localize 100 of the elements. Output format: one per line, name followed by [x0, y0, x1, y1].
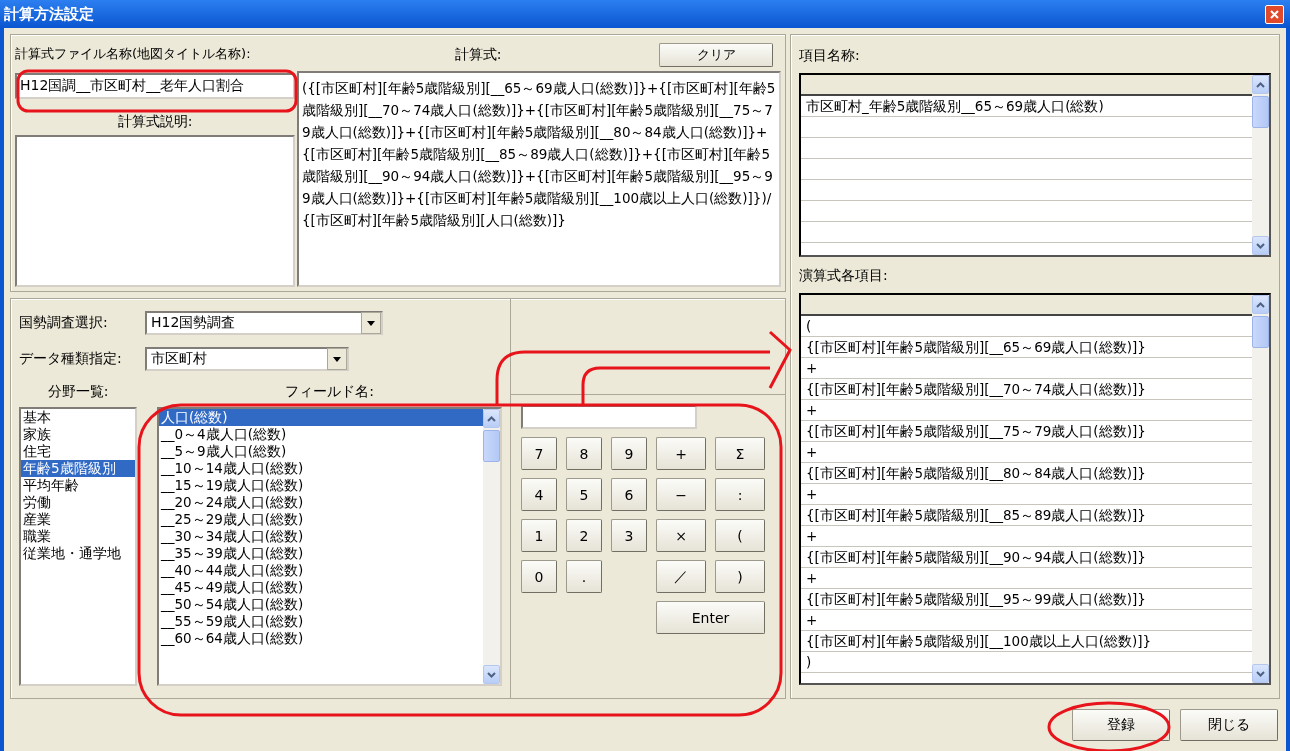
- field-item[interactable]: 人口(総数): [159, 409, 483, 426]
- expression-row[interactable]: (: [801, 316, 1252, 337]
- scrollbar-thumb[interactable]: [1252, 96, 1269, 128]
- scroll-down-button[interactable]: [483, 665, 500, 684]
- key-button[interactable]: 7: [521, 437, 557, 470]
- formula-field[interactable]: ({[市区町村][年齢5歳階級別][__65～69歳人口(総数)]}+{[市区町村][年齢5歳階級別][__70～74歳人口(総数)]}+{[市区町村][年齢5歳階級別][__75～79歳人口(総数)]}+{[市区町村][年齢5歳階級別][__80～84歳人口(総数)]}+{[市区町村][年齢5歳階級別][__85～89歳人口(総数)]}+{[市区町村][年齢5歳階級別][__90～94歳人口(総数)]}+{[市区町村][年齢5歳階級別][__95～99歳人口(総数)]}+{[市区町村][年齢5歳階級別][__100歳以上人口(総数)]})/{[市区町村][年齢5歳階級別][人口(総数)]}: [297, 71, 781, 287]
- key-button[interactable]: 8: [566, 437, 602, 470]
- chevron-up-icon: [1256, 301, 1265, 308]
- key-button[interactable]: −: [656, 478, 706, 511]
- expression-label: 演算式各項目:: [799, 267, 889, 285]
- scroll-down-button[interactable]: [1252, 236, 1269, 255]
- key-button[interactable]: 2: [566, 519, 602, 552]
- category-item[interactable]: 従業地・通学地: [21, 545, 135, 562]
- caret-icon: [367, 320, 375, 326]
- data-type-dropdown[interactable]: 市区町村: [145, 347, 349, 371]
- item-name-row[interactable]: 市区町村_年齢5歳階級別__65～69歳人口(総数): [801, 96, 1252, 117]
- field-item[interactable]: __25～29歳人口(総数): [159, 511, 483, 528]
- expression-row[interactable]: +: [801, 526, 1252, 547]
- scroll-down-button[interactable]: [1252, 664, 1269, 683]
- expression-row[interactable]: {[市区町村][年齢5歳階級別][__70～74歳人口(総数)]}: [801, 379, 1252, 400]
- category-item[interactable]: 家族: [21, 426, 135, 443]
- expression-row[interactable]: +: [801, 568, 1252, 589]
- expression-row[interactable]: {[市区町村][年齢5歳階級別][__80～84歳人口(総数)]}: [801, 463, 1252, 484]
- scrollbar[interactable]: [483, 409, 500, 684]
- scroll-up-button[interactable]: [1252, 75, 1269, 94]
- key-button[interactable]: 4: [521, 478, 557, 511]
- field-name-label: フィールド名:: [284, 383, 375, 401]
- key-button[interactable]: (: [715, 519, 765, 552]
- category-label: 分野一覧:: [46, 383, 110, 401]
- scrollbar-thumb[interactable]: [1252, 316, 1269, 348]
- field-item[interactable]: __60～64歳人口(総数): [159, 630, 483, 647]
- register-button[interactable]: 登録: [1072, 709, 1170, 741]
- category-item[interactable]: 職業: [21, 528, 135, 545]
- category-item[interactable]: 労働: [21, 494, 135, 511]
- category-item[interactable]: 平均年齢: [21, 477, 135, 494]
- key-button[interactable]: 0: [521, 560, 557, 593]
- key-button[interactable]: +: [656, 437, 706, 470]
- expression-row[interactable]: +: [801, 400, 1252, 421]
- enter-button[interactable]: Enter: [656, 601, 765, 634]
- field-item[interactable]: __10～14歳人口(総数): [159, 460, 483, 477]
- scroll-up-button[interactable]: [1252, 295, 1269, 314]
- key-button[interactable]: ): [715, 560, 765, 593]
- close-dialog-button[interactable]: 閉じる: [1180, 709, 1278, 741]
- census-dropdown[interactable]: H12国勢調査: [145, 311, 383, 335]
- expression-row[interactable]: {[市区町村][年齢5歳階級別][__100歳以上人口(総数)]}: [801, 631, 1252, 652]
- expression-row[interactable]: {[市区町村][年齢5歳階級別][__95～99歳人口(総数)]}: [801, 589, 1252, 610]
- scrollbar[interactable]: [1252, 295, 1269, 683]
- key-button[interactable]: ×: [656, 519, 706, 552]
- close-button[interactable]: [1265, 4, 1284, 24]
- chevron-down-icon: [1256, 670, 1265, 677]
- input-field[interactable]: [521, 405, 697, 429]
- expression-row[interactable]: ): [801, 652, 1252, 673]
- key-button[interactable]: :: [715, 478, 765, 511]
- chevron-down-icon: [487, 671, 496, 678]
- key-button[interactable]: .: [566, 560, 602, 593]
- field-item[interactable]: __55～59歳人口(総数): [159, 613, 483, 630]
- window-title: 計算方法設定: [4, 4, 94, 24]
- scrollbar[interactable]: [1252, 75, 1269, 255]
- formula-label: 計算式:: [453, 46, 503, 64]
- field-item[interactable]: __30～34歳人口(総数): [159, 528, 483, 545]
- category-item[interactable]: 年齢5歳階級別: [21, 460, 135, 477]
- key-button[interactable]: 1: [521, 519, 557, 552]
- expression-row[interactable]: {[市区町村][年齢5歳階級別][__65～69歳人口(総数)]}: [801, 337, 1252, 358]
- field-item[interactable]: __50～54歳人口(総数): [159, 596, 483, 613]
- key-button[interactable]: 6: [611, 478, 647, 511]
- file-name-field[interactable]: H12国調__市区町村__老年人口割合: [15, 73, 295, 99]
- dropdown-button[interactable]: [361, 312, 381, 334]
- key-button[interactable]: Σ: [715, 437, 765, 470]
- dropdown-button[interactable]: [327, 348, 347, 370]
- expression-row[interactable]: +: [801, 484, 1252, 505]
- field-item[interactable]: __40～44歳人口(総数): [159, 562, 483, 579]
- description-field[interactable]: [15, 135, 295, 287]
- item-name-label: 項目名称:: [799, 47, 861, 65]
- category-item[interactable]: 基本: [21, 409, 135, 426]
- expression-row[interactable]: +: [801, 442, 1252, 463]
- field-item[interactable]: __5～9歳人口(総数): [159, 443, 483, 460]
- scrollbar-thumb[interactable]: [483, 430, 500, 462]
- data-type-label: データ種類指定:: [19, 350, 123, 368]
- expression-row[interactable]: {[市区町村][年齢5歳階級別][__90～94歳人口(総数)]}: [801, 547, 1252, 568]
- chevron-down-icon: [1256, 242, 1265, 249]
- scroll-up-button[interactable]: [483, 409, 500, 428]
- field-item[interactable]: __45～49歳人口(総数): [159, 579, 483, 596]
- key-button[interactable]: ／: [656, 560, 706, 593]
- key-button[interactable]: 3: [611, 519, 647, 552]
- expression-row[interactable]: +: [801, 610, 1252, 631]
- expression-row[interactable]: {[市区町村][年齢5歳階級別][__75～79歳人口(総数)]}: [801, 421, 1252, 442]
- chevron-up-icon: [487, 415, 496, 422]
- category-item[interactable]: 産業: [21, 511, 135, 528]
- key-button[interactable]: 9: [611, 437, 647, 470]
- field-item[interactable]: __15～19歳人口(総数): [159, 477, 483, 494]
- description-label: 計算式説明:: [116, 113, 194, 131]
- expression-row[interactable]: +: [801, 358, 1252, 379]
- key-button[interactable]: 5: [566, 478, 602, 511]
- field-item[interactable]: __20～24歳人口(総数): [159, 494, 483, 511]
- expression-row[interactable]: {[市区町村][年齢5歳階級別][__85～89歳人口(総数)]}: [801, 505, 1252, 526]
- chevron-up-icon: [1256, 81, 1265, 88]
- category-item[interactable]: 住宅: [21, 443, 135, 460]
- field-item[interactable]: __0～4歳人口(総数): [159, 426, 483, 443]
- clear-button[interactable]: クリア: [659, 43, 773, 67]
- field-item[interactable]: __35～39歳人口(総数): [159, 545, 483, 562]
